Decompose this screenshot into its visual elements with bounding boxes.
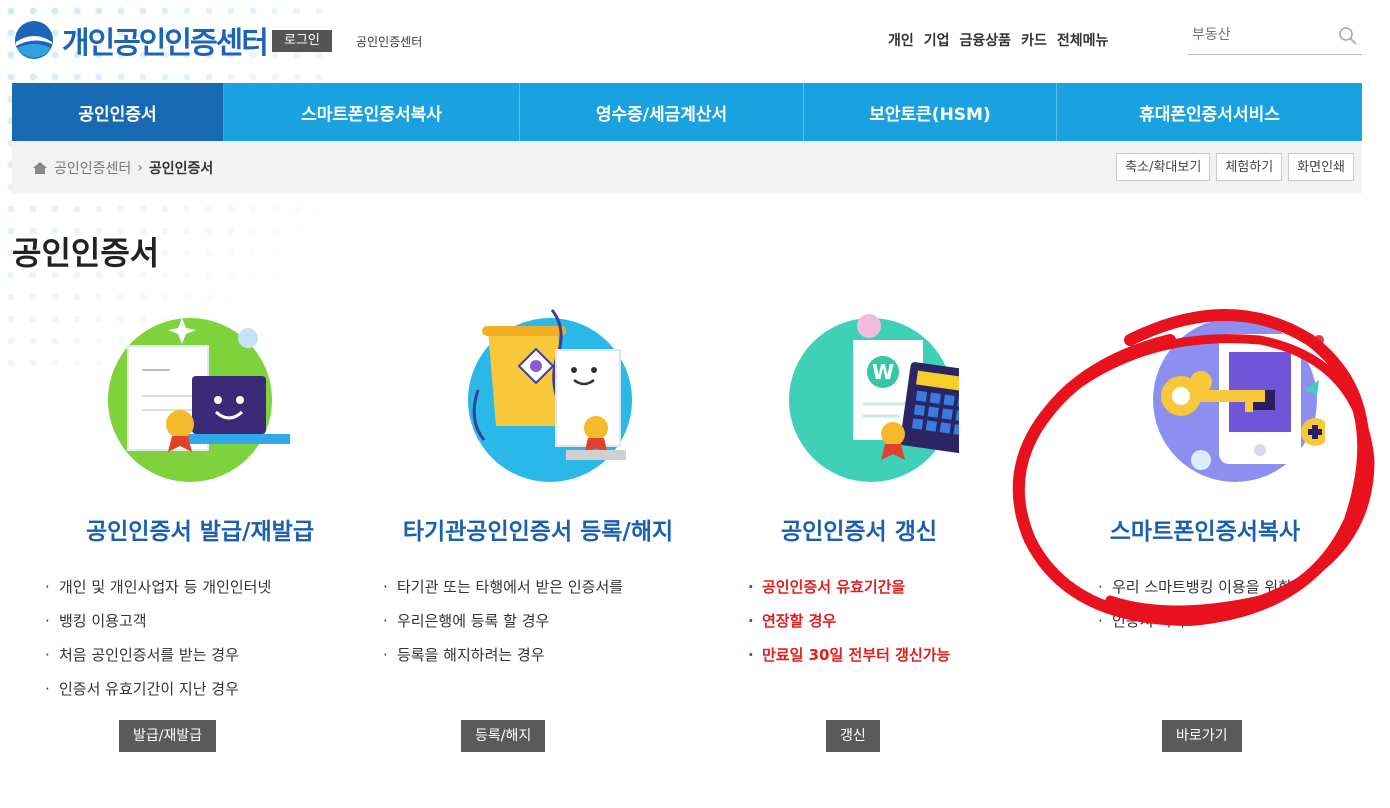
topnav-financial-products[interactable]: 금융상품 (960, 30, 1012, 50)
login-button[interactable]: 로그인 (272, 30, 332, 52)
breadcrumb-bar: 공인인증센터 › 공인인증서 축소/확대보기 체험하기 화면인쇄 (12, 141, 1362, 193)
page-title: 공인인증서 (12, 234, 160, 272)
card-bullets: 타기관 또는 타행에서 받은 인증서를 우리은행에 등록 할 경우 등록을 해지… (381, 570, 623, 672)
breadcrumb-separator: › (137, 160, 143, 176)
topnav-business[interactable]: 기업 (924, 30, 950, 50)
register-button[interactable]: 등록/해지 (461, 720, 546, 752)
bullet-item: 타기관 또는 타행에서 받은 인증서를 (381, 570, 623, 604)
bullet-item: 등록을 해지하려는 경우 (381, 638, 623, 672)
bullet-item: 뱅킹 이용고객 (43, 604, 271, 638)
search-input[interactable] (1188, 20, 1336, 50)
bullet-item: 연장할 경우 (746, 604, 950, 638)
breadcrumb: 공인인증센터 › 공인인증서 (32, 158, 213, 178)
site-logo[interactable]: 개인공인인증센터 (12, 18, 269, 62)
card-bullets: 개인 및 개인사업자 등 개인인터넷 뱅킹 이용고객 처음 공인인증서를 받는 … (43, 570, 271, 706)
card-register: 타기관공인인증서 등록/해지 타기관 또는 타행에서 받은 인증서를 우리은행에… (373, 300, 703, 752)
search-icon[interactable] (1338, 26, 1358, 46)
zoom-button[interactable]: 축소/확대보기 (1116, 153, 1211, 181)
breadcrumb-current: 공인인증서 (148, 161, 214, 177)
nav-item-smartphone-copy[interactable]: 스마트폰인증서복사 (224, 83, 520, 141)
bullet-item: 우리 스마트뱅킹 이용을 위한 (1096, 570, 1292, 604)
card-title: 공인인증서 갱신 (780, 519, 938, 545)
bullet-item: 인증서 유효기간이 지난 경우 (43, 672, 271, 706)
topnav-all-menu[interactable]: 전체메뉴 (1057, 30, 1109, 50)
bullet-item: 우리은행에 등록 할 경우 (381, 604, 623, 638)
bullet-item: 만료일 30일 전부터 갱신가능 (746, 638, 950, 672)
bullet-item: 처음 공인인증서를 받는 경우 (43, 638, 271, 672)
topnav-card[interactable]: 카드 (1021, 30, 1047, 50)
issue-button[interactable]: 발급/재발급 (119, 720, 217, 752)
topnav-personal[interactable]: 개인 (888, 30, 914, 50)
card-bullets: 공인인증서 유효기간을 연장할 경우 만료일 30일 전부터 갱신가능 (746, 570, 950, 672)
print-button[interactable]: 화면인쇄 (1288, 153, 1354, 181)
page-tools: 축소/확대보기 체험하기 화면인쇄 (1116, 153, 1354, 181)
nav-item-security-token[interactable]: 보안토큰(HSM) (804, 83, 1057, 141)
svg-text:W: W (872, 360, 894, 384)
card-issue: 공인인증서 발급/재발급 개인 및 개인사업자 등 개인인터넷 뱅킹 이용고객 … (35, 300, 365, 752)
renew-illustration-icon: W (759, 300, 980, 500)
card-bullets: 우리 스마트뱅킹 이용을 위한 인증서 복사 (1096, 570, 1292, 638)
logo-text: 개인공인인증센터 (62, 26, 269, 61)
header-section-title: 공인인증센터 (356, 35, 423, 49)
go-button[interactable]: 바로가기 (1162, 720, 1242, 752)
card-smartphone-copy: 스마트폰인증서복사 우리 스마트뱅킹 이용을 위한 인증서 복사 바로가기 (1040, 300, 1370, 752)
renew-button[interactable]: 갱신 (826, 720, 880, 752)
nav-item-mobile-certificate-service[interactable]: 휴대폰인증서서비스 (1057, 83, 1362, 141)
bullet-item: 인증서 복사 (1096, 604, 1292, 638)
bullet-item: 공인인증서 유효기간을 (746, 570, 950, 604)
smartphone-copy-illustration-icon (1105, 300, 1338, 500)
card-title: 타기관공인인증서 등록/해지 (402, 519, 674, 545)
logo-icon (15, 21, 53, 59)
issue-illustration-icon (90, 300, 302, 500)
card-title: 공인인증서 발급/재발급 (85, 519, 314, 545)
nav-item-certificate[interactable]: 공인인증서 (12, 83, 224, 141)
bullet-item: 개인 및 개인사업자 등 개인인터넷 (43, 570, 271, 604)
main-navigation: 공인인증서 스마트폰인증서복사 영수증/세금계산서 보안토큰(HSM) 휴대폰인… (12, 83, 1362, 141)
card-title: 스마트폰인증서복사 (1109, 519, 1301, 545)
card-renew: W 공인인증서 갱신 공인인증서 유효기간을 연장할 경우 만료일 30일 전부… (694, 300, 1024, 752)
nav-item-receipt-tax-invoice[interactable]: 영수증/세금계산서 (520, 83, 804, 141)
register-illustration-icon (438, 300, 638, 500)
home-icon[interactable] (32, 161, 48, 175)
search-box (1188, 20, 1362, 55)
top-navigation: 개인 기업 금융상품 카드 전체메뉴 (888, 30, 1108, 50)
demo-button[interactable]: 체험하기 (1216, 153, 1283, 181)
breadcrumb-home[interactable]: 공인인증센터 (54, 158, 131, 178)
